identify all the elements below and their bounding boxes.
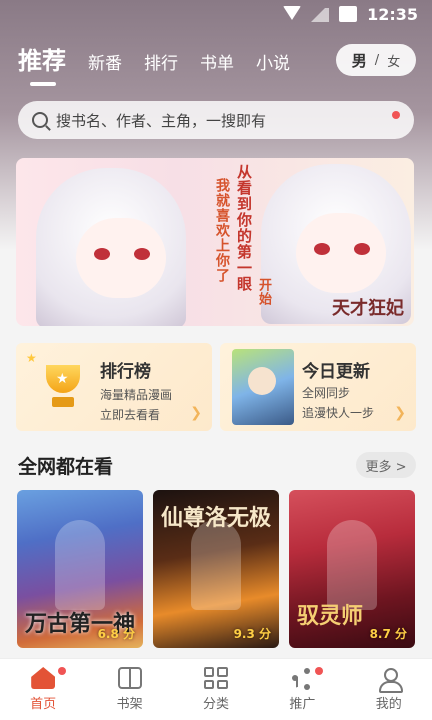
comic-score: 6.8 分 [97, 627, 135, 641]
search-bar[interactable]: 搜书名、作者、主角，一搜即有 [18, 101, 414, 139]
ranking-sub-line-2: 立即去看看 [100, 408, 161, 422]
banner-caption-2: 从看到你的第一眼 [235, 164, 253, 292]
nav-home-label: 首页 [30, 697, 57, 712]
search-icon [32, 112, 48, 128]
nav-category-label: 分类 [202, 697, 229, 712]
tab-ranking[interactable]: 排行 [144, 49, 178, 84]
star-icon: ★ [26, 351, 37, 365]
update-sub-line-1: 全网同步 [302, 386, 351, 400]
profile-icon [377, 667, 403, 693]
share-icon [290, 667, 314, 689]
nav-profile-label: 我的 [375, 697, 402, 712]
nav-home[interactable]: 首页 [0, 667, 86, 712]
comic-cover-art [327, 520, 377, 610]
banner-logo: 天才狂妃 [332, 298, 404, 319]
bookshelf-icon [117, 667, 142, 689]
nav-profile[interactable]: 我的 [346, 667, 432, 712]
comic-card[interactable]: 驭灵师 8.7 分 [289, 490, 415, 648]
arrow-icon: ❯ [394, 405, 406, 421]
banner-face-right [296, 213, 386, 293]
comic-card[interactable]: 仙尊洛无极 9.3 分 [153, 490, 279, 648]
battery-icon [339, 6, 358, 22]
ranking-title: 排行榜 [100, 362, 151, 382]
ranking-sub-line-1: 海量精品漫画 [100, 388, 173, 402]
update-thumbnail [232, 349, 294, 425]
gender-male[interactable]: 男 [352, 50, 367, 71]
update-subtitle: 全网同步 追漫快人一步 [302, 383, 374, 423]
arrow-icon: ❯ [190, 405, 202, 421]
wifi-icon [283, 6, 302, 22]
notification-dot [58, 667, 67, 675]
bottom-navigation: 首页 书架 分类 推广 我的 [0, 658, 432, 720]
notification-dot [392, 111, 400, 119]
search-placeholder: 搜书名、作者、主角，一搜即有 [56, 111, 267, 130]
tab-booklist[interactable]: 书单 [200, 49, 234, 84]
more-button[interactable]: 更多 > [356, 452, 416, 478]
comic-title-art: 仙尊洛无极 [161, 505, 272, 531]
status-bar: 12:35 [0, 0, 432, 28]
comic-card[interactable]: 万古第一神 6.8 分 [17, 490, 143, 648]
comic-cover-art [191, 520, 241, 610]
home-icon [31, 667, 56, 689]
eye-icon [94, 248, 110, 260]
comic-cover-art [55, 520, 105, 610]
gender-toggle[interactable]: 男 / 女 [336, 44, 416, 76]
tab-novel[interactable]: 小说 [256, 49, 290, 84]
section-title: 全网都在看 [18, 456, 114, 478]
nav-bookshelf-label: 书架 [116, 697, 143, 712]
daily-update-card[interactable]: 今日更新 全网同步 追漫快人一步 ❯ [220, 343, 416, 431]
status-time: 12:35 [367, 4, 418, 24]
gender-separator: / [374, 52, 380, 68]
ranking-subtitle: 海量精品漫画 立即去看看 [100, 385, 172, 425]
signal-icon [311, 6, 330, 22]
banner-caption-1: 我就喜欢上你了 [214, 178, 230, 283]
nav-promote[interactable]: 推广 [259, 667, 345, 712]
nav-bookshelf[interactable]: 书架 [87, 667, 173, 712]
tab-recommend[interactable]: 推荐 [18, 41, 66, 86]
category-icon [203, 667, 228, 689]
update-sub-line-2: 追漫快人一步 [302, 406, 375, 420]
comic-title-art: 驭灵师 [297, 603, 364, 629]
nav-promote-label: 推广 [289, 697, 316, 712]
update-title: 今日更新 [302, 362, 370, 382]
eye-icon [314, 243, 330, 255]
comic-score: 9.3 分 [233, 627, 271, 641]
tab-new[interactable]: 新番 [88, 49, 122, 84]
ranking-card[interactable]: ★ ★ 排行榜 海量精品漫画 立即去看看 ❯ [16, 343, 212, 431]
banner-face-left [76, 218, 166, 298]
gender-female[interactable]: 女 [387, 51, 400, 70]
comic-score: 8.7 分 [369, 627, 407, 641]
nav-category[interactable]: 分类 [173, 667, 259, 712]
eye-icon [354, 243, 370, 255]
trophy-icon: ★ [38, 365, 88, 411]
banner-caption-3: 开始 [256, 278, 271, 306]
eye-icon [134, 248, 150, 260]
promo-banner[interactable]: 我就喜欢上你了 从看到你的第一眼 开始 天才狂妃 [16, 158, 414, 326]
notification-dot [315, 667, 324, 675]
top-tabs: 推荐 新番 排行 书单 小说 [18, 40, 290, 86]
